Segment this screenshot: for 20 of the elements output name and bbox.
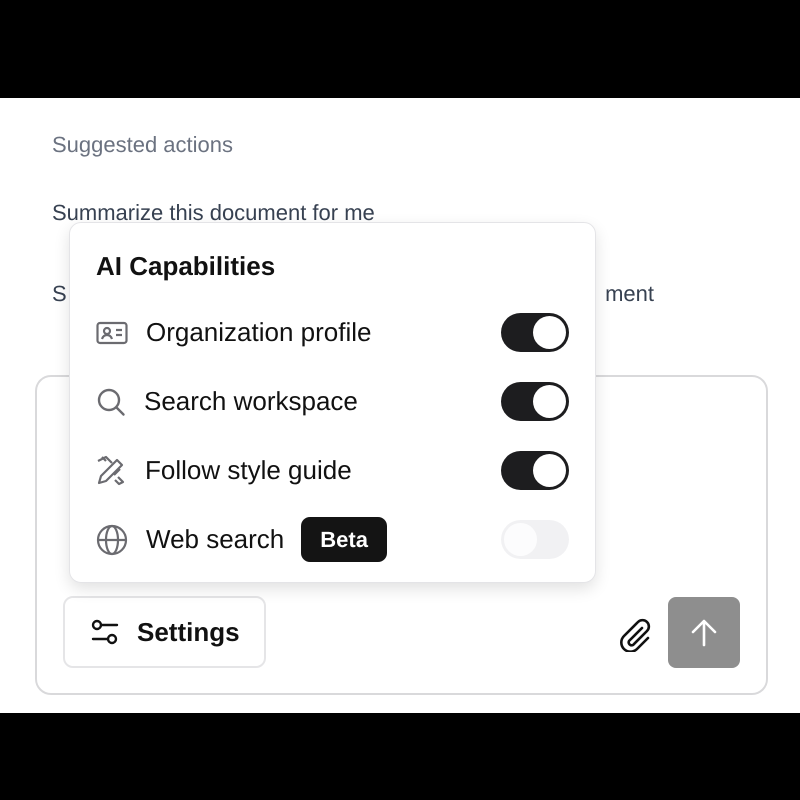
id-card-icon	[96, 320, 128, 344]
capability-label: Follow style guide	[145, 454, 352, 487]
toggle-switch[interactable]	[501, 313, 569, 352]
paperclip-icon[interactable]	[620, 618, 652, 652]
toggle-switch[interactable]	[501, 382, 569, 421]
toggle-switch[interactable]	[501, 451, 569, 490]
section-heading: Suggested actions	[52, 131, 234, 159]
pencil-ruler-icon	[96, 455, 127, 486]
arrow-up-icon	[690, 618, 718, 648]
search-icon	[96, 386, 126, 416]
globe-icon	[96, 524, 128, 556]
suggested-action-end[interactable]: ment	[605, 277, 654, 311]
popover-title: AI Capabilities	[96, 250, 276, 283]
sliders-icon	[91, 619, 119, 645]
capability-label: Organization profile	[146, 316, 372, 349]
beta-badge: Beta	[301, 517, 387, 562]
capability-label: Search workspace	[144, 385, 358, 418]
settings-button[interactable]: Settings	[63, 596, 266, 668]
suggested-action-start[interactable]: S	[52, 277, 67, 311]
capability-label: Web search	[146, 523, 284, 556]
